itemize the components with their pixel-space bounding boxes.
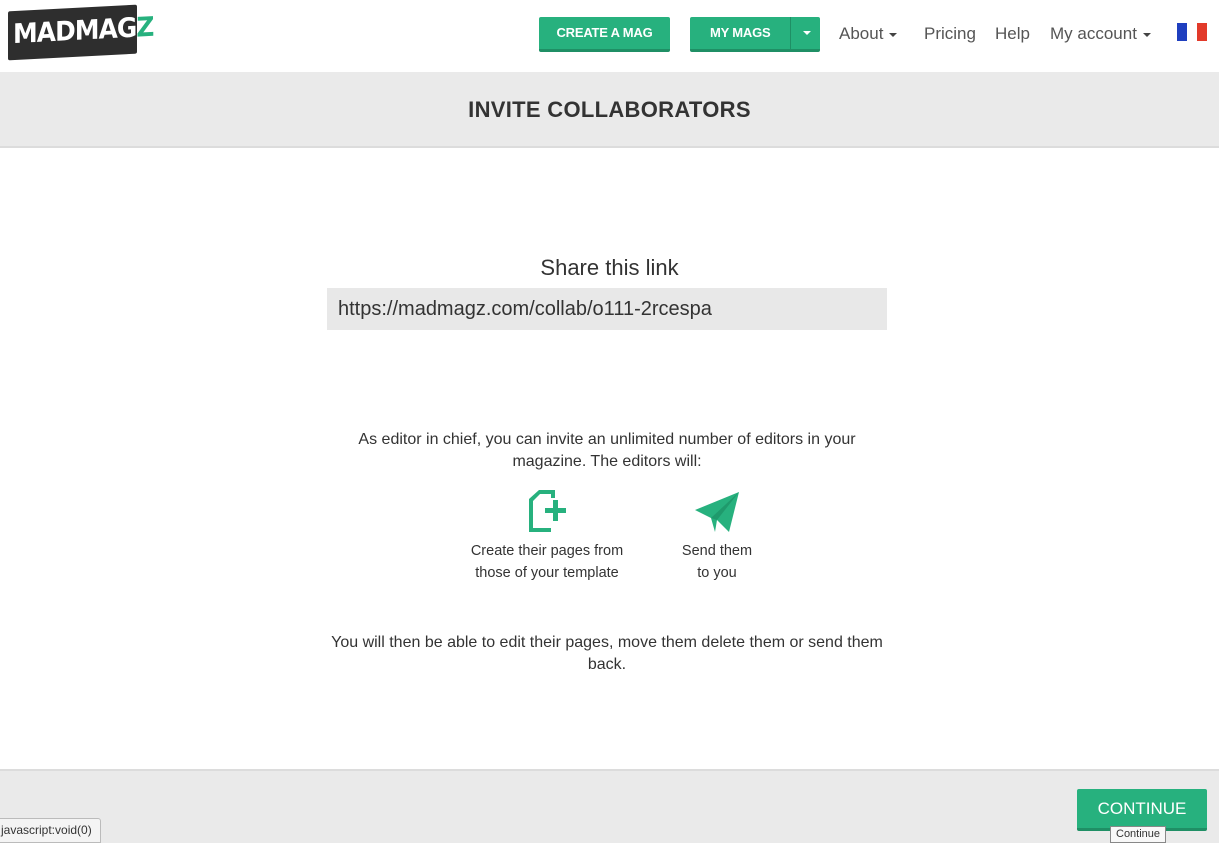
top-navbar: MADMAGZ CREATE A MAG MY MAGS About Prici… <box>0 0 1219 72</box>
page-title-band: INVITE COLLABORATORS <box>0 72 1219 148</box>
feature-send-pages: Send them to you <box>667 488 767 584</box>
caret-down-icon <box>1142 32 1151 37</box>
nav-my-account[interactable]: My account <box>1050 24 1151 44</box>
continue-tooltip: Continue <box>1110 826 1167 843</box>
my-mags-dropdown-toggle[interactable] <box>790 17 820 49</box>
my-mags-label: MY MAGS <box>710 25 771 40</box>
feature-create-pages: Create their pages from those of your te… <box>462 488 632 584</box>
footer-bar <box>0 769 1219 843</box>
add-page-icon <box>529 490 566 532</box>
outro-text: You will then be able to edit their page… <box>331 634 883 673</box>
nav-help[interactable]: Help <box>995 24 1030 44</box>
browser-status-url: javascript:void(0) <box>0 818 101 843</box>
nav-pricing[interactable]: Pricing <box>924 24 976 44</box>
caret-down-icon <box>803 31 811 35</box>
continue-button[interactable]: CONTINUE <box>1077 789 1207 831</box>
caret-down-icon <box>889 32 898 37</box>
intro-text: As editor in chief, you can invite an un… <box>358 431 856 470</box>
share-link-label: Share this link <box>540 255 679 280</box>
page-title: INVITE COLLABORATORS <box>468 97 751 122</box>
nav-about[interactable]: About <box>839 24 898 44</box>
madmagz-logo[interactable]: MADMAGZ <box>8 4 153 61</box>
french-flag-icon[interactable] <box>1177 23 1207 41</box>
paper-plane-icon <box>695 492 739 532</box>
my-mags-button[interactable]: MY MAGS <box>690 17 820 52</box>
logo-text: MADMAGZ <box>13 11 154 51</box>
create-mag-button[interactable]: CREATE A MAG <box>539 17 670 52</box>
share-link-field[interactable] <box>327 288 887 330</box>
